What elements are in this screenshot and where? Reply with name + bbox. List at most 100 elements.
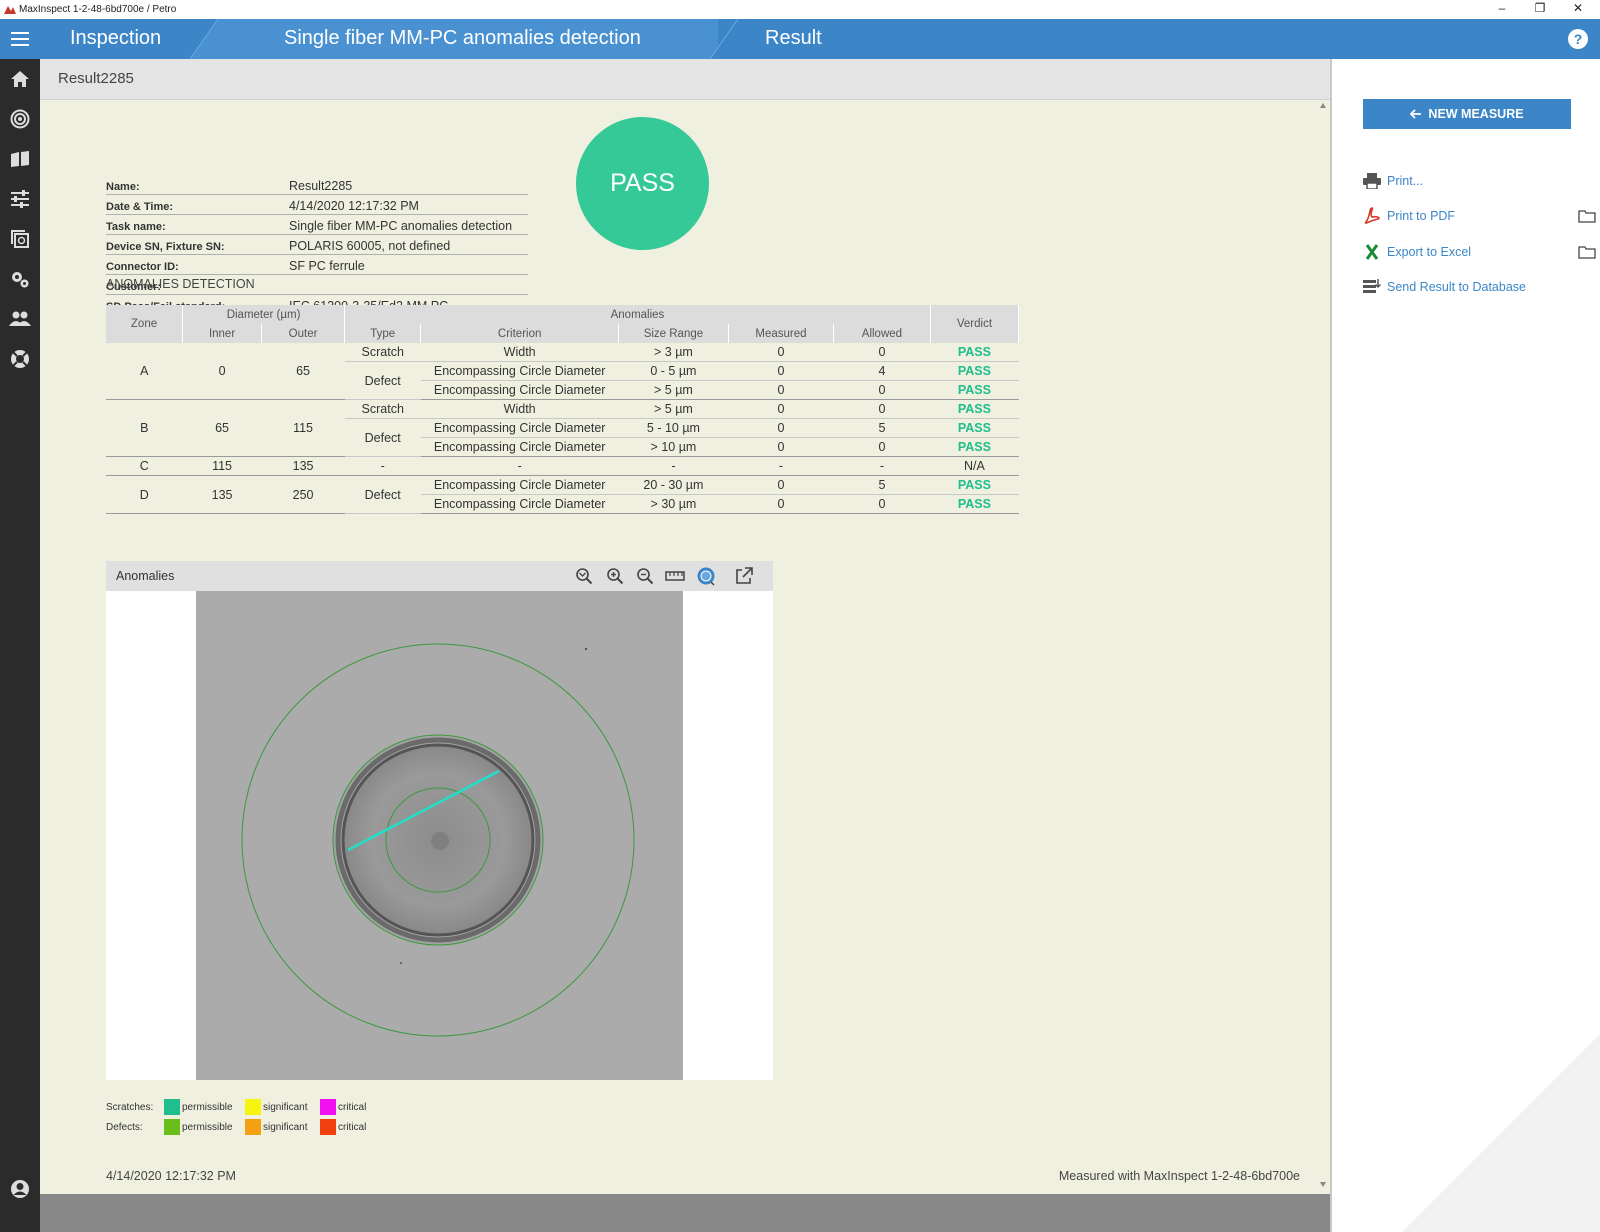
folder-icon[interactable]: [1578, 209, 1596, 223]
cell-size-range: 0 - 5 µm: [618, 361, 729, 381]
print-label: Print...: [1387, 174, 1424, 188]
home-icon[interactable]: [0, 59, 40, 99]
cell-type: Defect: [344, 418, 421, 457]
cell-size-range: > 3 µm: [618, 343, 729, 362]
cell-allowed: 0: [833, 437, 931, 457]
gallery-icon[interactable]: [0, 219, 40, 259]
support-icon[interactable]: [0, 339, 40, 379]
cell-outer: 250: [261, 475, 345, 514]
ruler-icon[interactable]: [664, 566, 686, 586]
info-key: Task name:: [106, 221, 166, 233]
print-pdf-action[interactable]: Print to PDF: [1363, 206, 1455, 226]
export-excel-label: Export to Excel: [1387, 245, 1472, 259]
col-diameter: Diameter (µm): [182, 305, 346, 324]
info-row: Connector ID: SF PC ferrule: [106, 255, 528, 275]
info-row: Device SN, Fixture SN: POLARIS 60005, not…: [106, 235, 528, 255]
users-icon[interactable]: [0, 299, 40, 339]
result-info-table: Name: Result2285 Date & Time: 4/14/2020 12:…: [106, 175, 528, 315]
left-nav: [0, 59, 40, 1232]
database-send-icon: [1363, 279, 1381, 293]
cell-type: Defect: [344, 361, 421, 400]
popout-icon[interactable]: [733, 566, 755, 586]
send-database-action[interactable]: Send Result to Database: [1363, 277, 1526, 297]
folder-icon[interactable]: [1578, 245, 1596, 259]
info-value: SF PC ferrule: [289, 259, 365, 273]
cell-allowed: 0: [833, 343, 931, 362]
col-verdict: Verdict: [930, 305, 1020, 343]
cell-size-range: 5 - 10 µm: [618, 418, 729, 438]
legend-significant: significant: [263, 1102, 308, 1113]
account-icon[interactable]: [0, 1169, 40, 1209]
fiber-endface-image[interactable]: [196, 591, 683, 1080]
cell-criterion: Width: [420, 399, 619, 419]
app-header: Inspection Single fiber MM-PC anomalies …: [0, 19, 1600, 59]
zoom-in-icon[interactable]: [604, 566, 626, 586]
export-excel-action[interactable]: Export to Excel: [1363, 242, 1471, 262]
table-row: A 0 65 Scratch Width > 3 µm 0 0 PASS: [106, 343, 1019, 400]
minimize-button[interactable]: –: [1484, 0, 1520, 19]
cell-measured: 0: [728, 380, 834, 400]
menu-icon[interactable]: [0, 19, 40, 59]
cell-type: Scratch: [344, 399, 421, 419]
cell-type: Scratch: [344, 343, 421, 362]
cell-verdict: PASS: [930, 437, 1019, 457]
cell-criterion: Encompassing Circle Diameter: [420, 437, 619, 457]
breadcrumb-inspection[interactable]: Inspection: [70, 27, 161, 50]
cell-measured: 0: [728, 418, 834, 438]
col-measured: Measured: [728, 324, 834, 343]
cell-size-range: > 5 µm: [618, 380, 729, 400]
overlay-icon[interactable]: [695, 566, 717, 586]
new-measure-label: NEW MEASURE: [1428, 107, 1524, 121]
defect-permissible-swatch: [164, 1119, 180, 1135]
cell-verdict: PASS: [930, 418, 1019, 438]
printer-icon: [1363, 173, 1381, 189]
col-allowed: Allowed: [833, 324, 931, 343]
zoom-out-icon[interactable]: [634, 566, 656, 586]
verdict-badge: PASS: [576, 117, 709, 250]
footer-measured-with: Measured with MaxInspect 1-2-48-6bd700e: [1058, 1169, 1300, 1183]
scratch-critical-swatch: [320, 1099, 336, 1115]
print-pdf-label: Print to PDF: [1387, 209, 1456, 223]
book-icon[interactable]: [0, 139, 40, 179]
cell-verdict: PASS: [930, 380, 1019, 400]
cell-allowed: 0: [833, 399, 931, 419]
excel-icon: [1365, 244, 1379, 260]
legend-permissible: permissible: [182, 1122, 233, 1133]
legend-scratches-label: Scratches:: [106, 1102, 154, 1113]
sliders-icon[interactable]: [0, 179, 40, 219]
zoom-reset-icon[interactable]: [573, 566, 595, 586]
cell-verdict: PASS: [930, 343, 1019, 362]
cell-inner: 0: [182, 343, 262, 400]
breadcrumb-result[interactable]: Result: [765, 27, 822, 50]
cell-criterion: Encompassing Circle Diameter: [420, 418, 619, 438]
vertical-scrollbar[interactable]: [1316, 99, 1330, 1194]
cell-zone: C: [106, 456, 183, 476]
new-measure-button[interactable]: NEW MEASURE: [1363, 99, 1571, 129]
panel-decoration: [1402, 1034, 1600, 1232]
cell-allowed: -: [833, 456, 931, 476]
info-key: Device SN, Fixture SN:: [106, 241, 225, 253]
restore-button[interactable]: ❐: [1522, 0, 1558, 19]
col-criterion: Criterion: [420, 324, 619, 343]
window-titlebar: MaxInspect 1-2-48-6bd700e / Petro – ❐ ✕: [0, 0, 1600, 20]
cell-size-range: > 5 µm: [618, 399, 729, 419]
table-row: D 135 250 Defect Encompassing Circle Diamete…: [106, 475, 1019, 514]
legend-permissible: permissible: [182, 1102, 233, 1113]
cell-allowed: 5: [833, 475, 931, 495]
cell-size-range: 20 - 30 µm: [618, 475, 729, 495]
target-icon[interactable]: [0, 99, 40, 139]
cell-measured: 0: [728, 399, 834, 419]
anomalies-section-title: ANOMALIES DETECTION: [106, 277, 255, 291]
breadcrumb-task[interactable]: Single fiber MM-PC anomalies detection: [284, 27, 641, 50]
scratch-permissible-swatch: [164, 1099, 180, 1115]
viewer-title: Anomalies: [116, 569, 175, 583]
gears-icon[interactable]: [0, 259, 40, 299]
cell-criterion: -: [420, 456, 619, 476]
info-row: Date & Time: 4/14/2020 12:17:32 PM: [106, 195, 528, 215]
cell-measured: -: [728, 456, 834, 476]
cell-size-range: -: [618, 456, 729, 476]
help-icon[interactable]: ?: [1568, 29, 1588, 49]
print-action[interactable]: Print...: [1363, 171, 1423, 191]
col-inner: Inner: [182, 324, 263, 343]
close-button[interactable]: ✕: [1560, 0, 1596, 19]
